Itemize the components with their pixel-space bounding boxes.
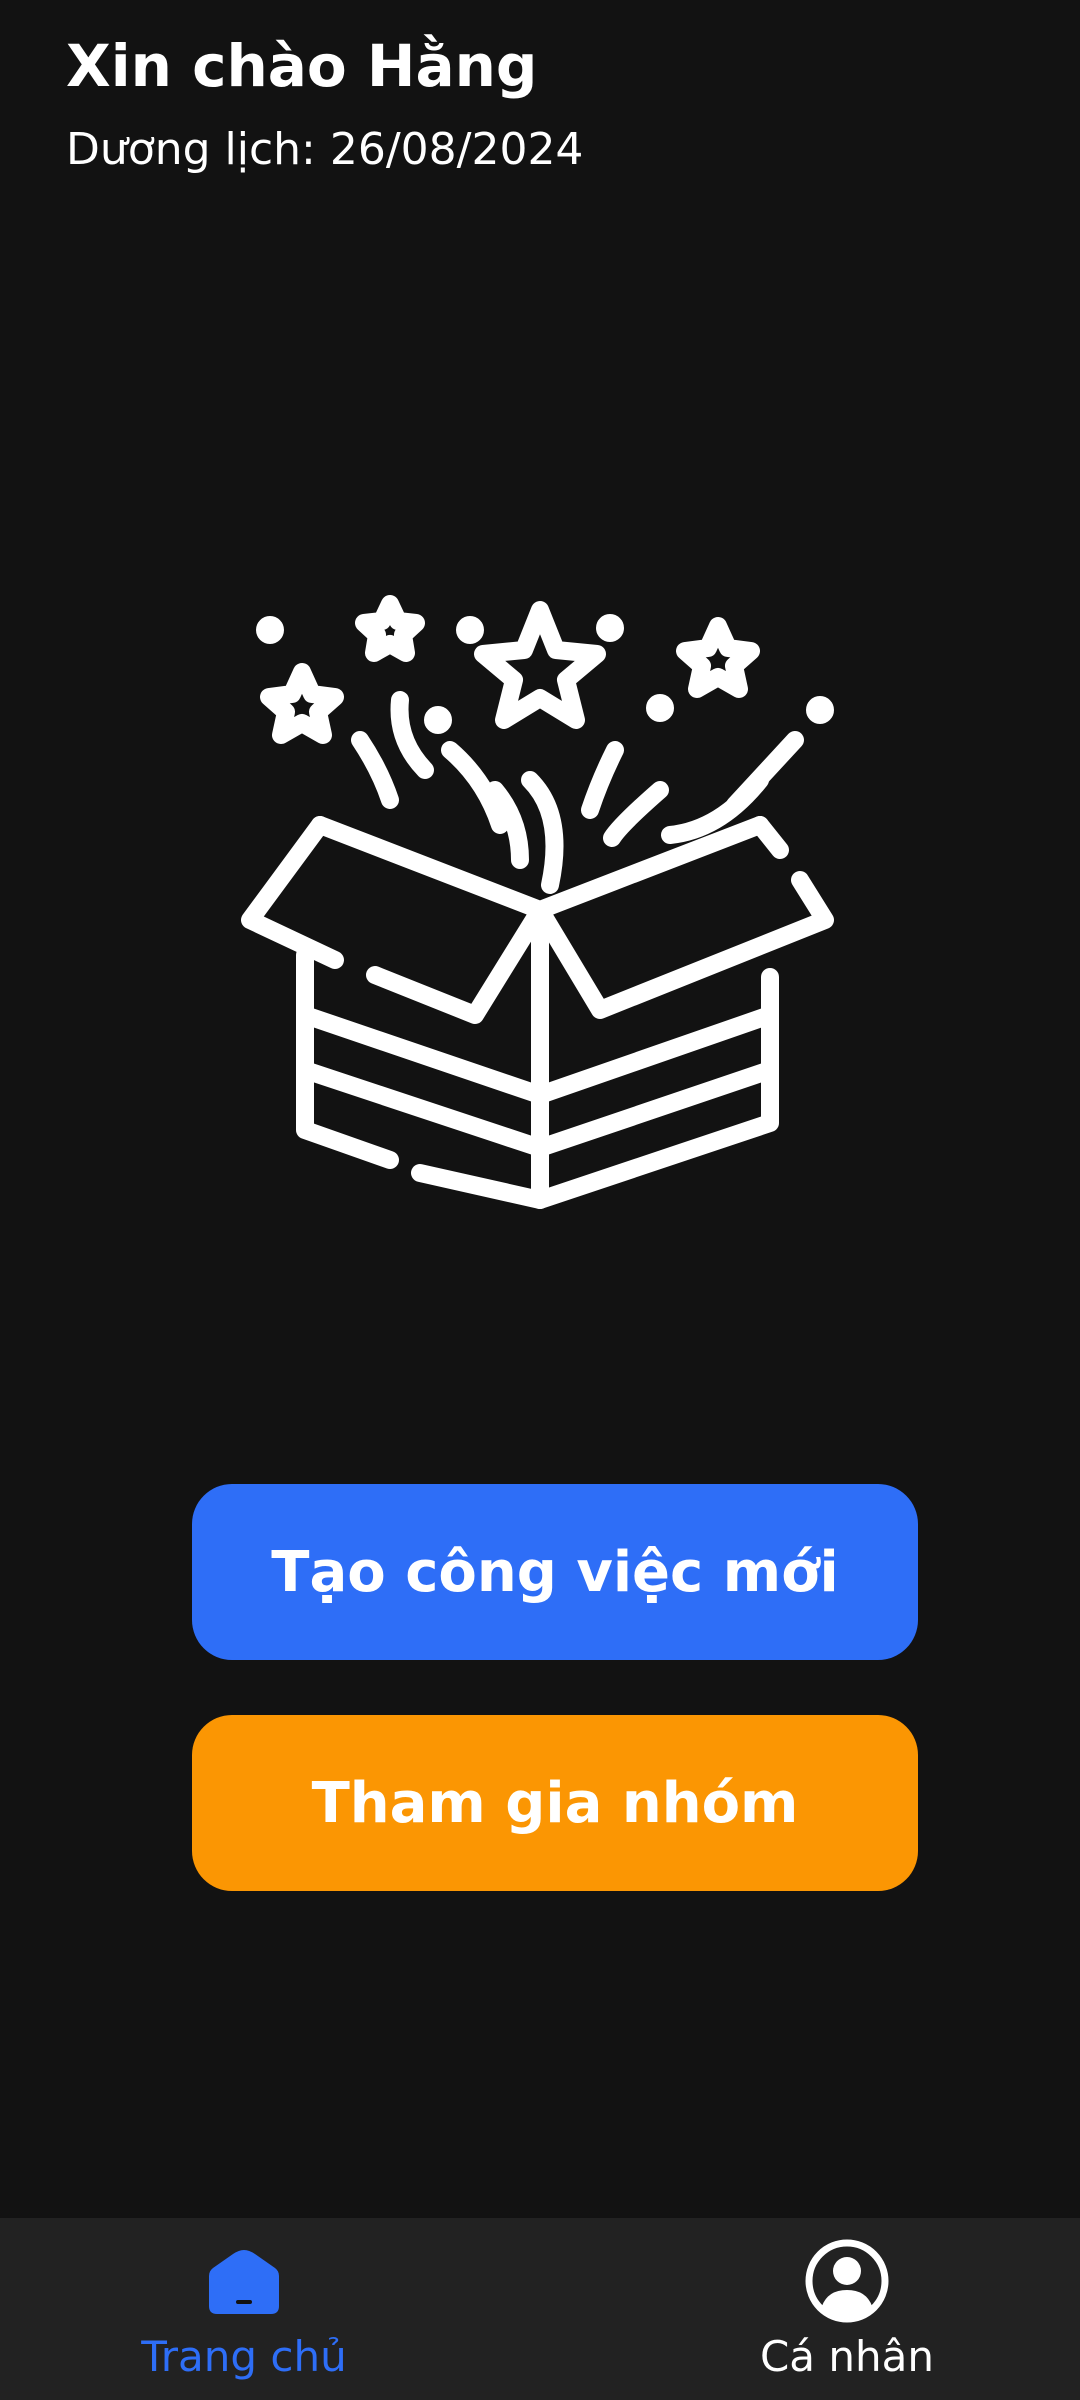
nav-label-home: Trang chủ — [141, 2332, 347, 2381]
header: Xin chào Hằng Dương lịch: 26/08/2024 — [66, 30, 583, 180]
create-task-button[interactable]: Tạo công việc mới — [192, 1484, 918, 1660]
gift-box-stars-icon — [241, 595, 834, 1209]
join-group-button[interactable]: Tham gia nhóm — [192, 1715, 918, 1891]
bottom-navigation: Trang chủ Cá nhân — [0, 2218, 1080, 2400]
solar-date-label: Dương lịch: 26/08/2024 — [66, 124, 584, 175]
greeting-title: Xin chào Hằng — [66, 32, 538, 100]
user-circle-icon — [805, 2239, 889, 2323]
home-icon — [209, 2250, 279, 2314]
nav-item-profile[interactable]: Cá nhân — [697, 2236, 997, 2384]
nav-label-profile: Cá nhân — [759, 2332, 934, 2381]
nav-item-home[interactable]: Trang chủ — [94, 2236, 394, 2384]
